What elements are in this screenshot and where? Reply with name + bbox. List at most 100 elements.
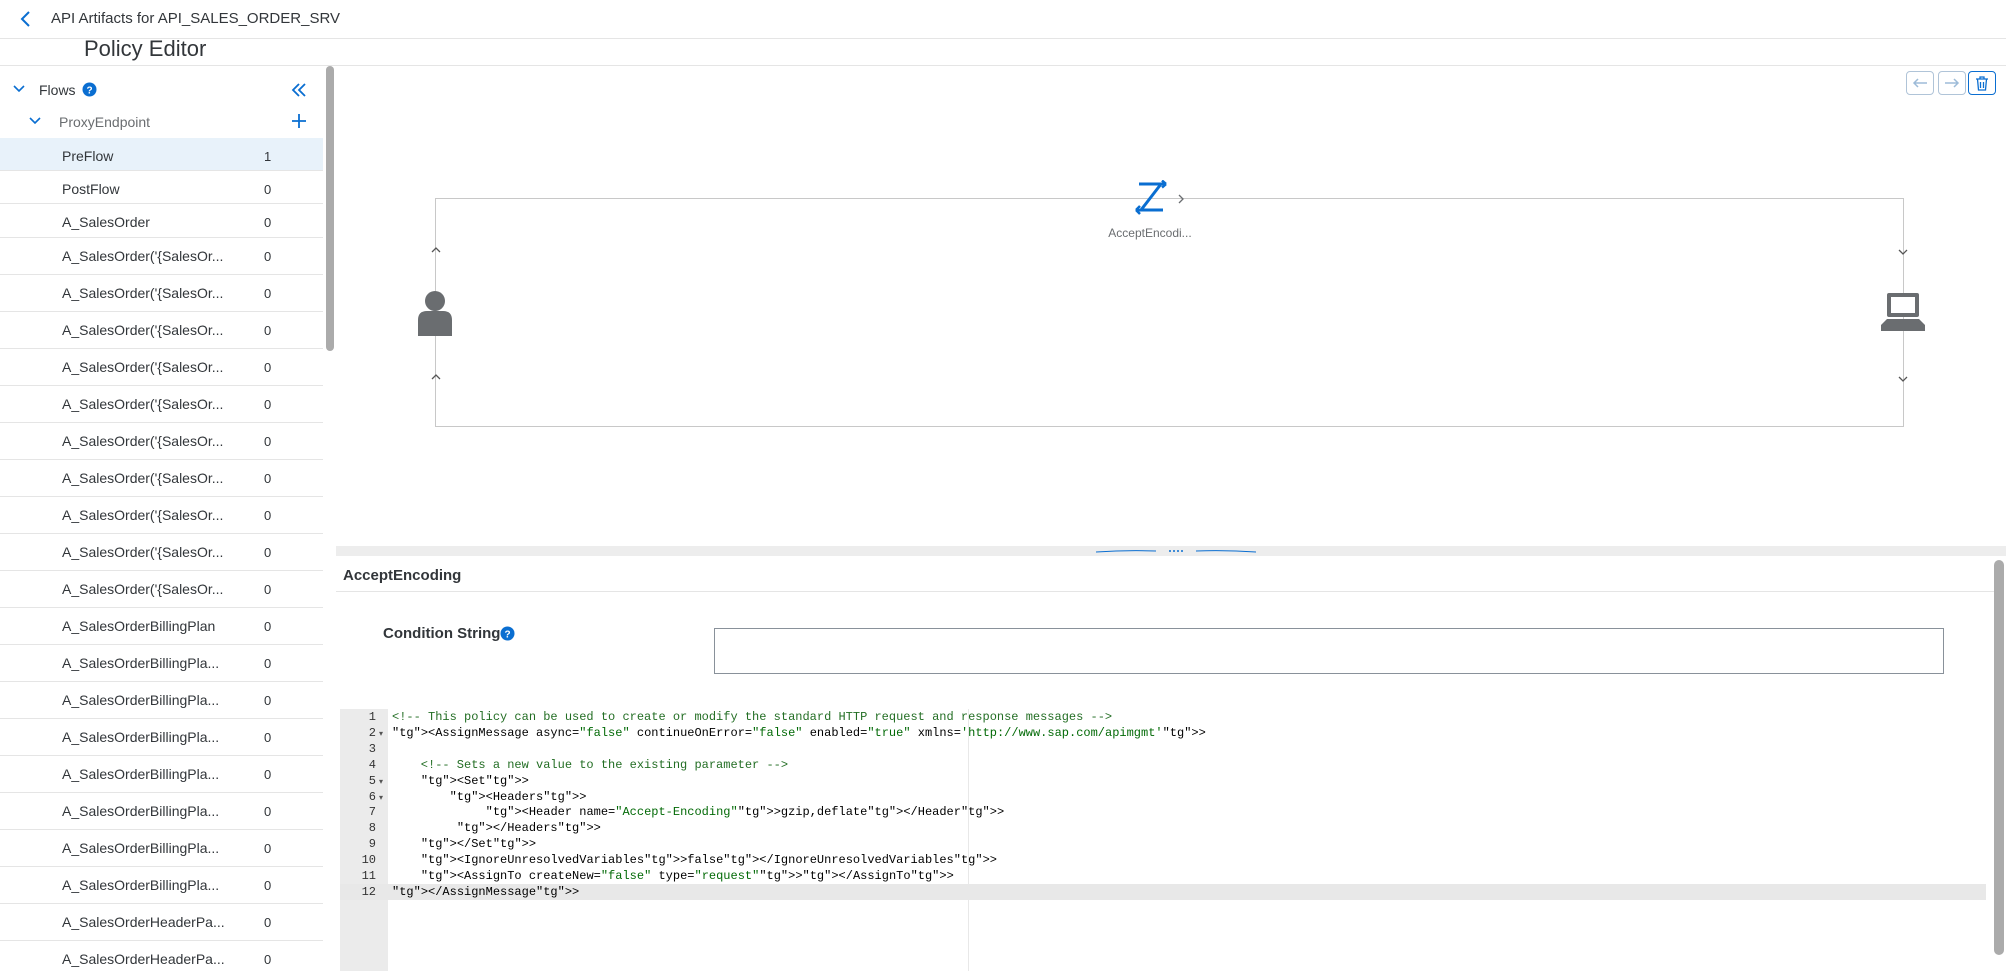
flow-row[interactable]: A_SalesOrderBillingPla... 0 <box>0 867 323 904</box>
flow-row[interactable]: A_SalesOrder('{SalesOr... 0 <box>0 460 323 497</box>
policy-label[interactable]: AcceptEncodi... <box>1100 226 1200 240</box>
flow-name: A_SalesOrderBillingPla... <box>62 692 220 708</box>
flow-row[interactable]: A_SalesOrderBillingPla... 0 <box>0 719 323 756</box>
line-number: 4 <box>368 757 376 772</box>
help-icon[interactable]: ? <box>500 626 515 641</box>
flow-row[interactable]: A_SalesOrderBillingPla... 0 <box>0 830 323 867</box>
flow-row[interactable]: A_SalesOrderBillingPla... 0 <box>0 682 323 719</box>
flow-policy-count: 0 <box>264 249 272 264</box>
code-line[interactable]: "tg"><AssignMessage async="false" contin… <box>392 726 1206 740</box>
code-line[interactable]: "tg"><AssignTo createNew="false" type="r… <box>392 869 954 883</box>
right-scrollbar[interactable] <box>1994 560 2004 955</box>
assign-message-icon[interactable] <box>1134 180 1168 218</box>
arrow-right-icon <box>1945 78 1960 88</box>
code-line[interactable]: "tg"></Headers"tg">> <box>392 821 601 835</box>
flow-name: A_SalesOrderHeaderPa... <box>62 951 225 967</box>
flow-name: A_SalesOrder('{SalesOr... <box>62 396 224 412</box>
flow-row[interactable]: A_SalesOrderHeaderPa... 0 <box>0 904 323 941</box>
flow-policy-count: 0 <box>264 471 272 486</box>
flows-panel: Flows ? ProxyEndpoint PreFlow 1 PostFlow 0 A… <box>0 66 323 971</box>
flow-arrow-icon <box>1178 194 1184 204</box>
left-scrollbar[interactable] <box>326 66 334 351</box>
flow-row[interactable]: A_SalesOrderHeaderPa... 0 <box>0 941 323 971</box>
flow-row[interactable]: PreFlow 1 <box>0 138 323 171</box>
flow-name: A_SalesOrderBillingPla... <box>62 803 220 819</box>
flow-row[interactable]: A_SalesOrder('{SalesOr... 0 <box>0 497 323 534</box>
line-number: 1 <box>368 710 376 724</box>
flow-row[interactable]: A_SalesOrder('{SalesOr... 0 <box>0 275 323 312</box>
flow-row[interactable]: A_SalesOrderBillingPlan 0 <box>0 608 323 645</box>
flow-row[interactable]: A_SalesOrder('{SalesOr... 0 <box>0 238 323 275</box>
flow-name: A_SalesOrder('{SalesOr... <box>62 470 224 486</box>
code-line[interactable]: "tg"><Set"tg">> <box>392 774 529 788</box>
code-line[interactable]: <!-- This policy can be used to create o… <box>392 710 1112 724</box>
flow-policy-count: 0 <box>264 508 272 523</box>
flow-policy-count: 0 <box>264 915 272 930</box>
breadcrumb[interactable]: API Artifacts for API_SALES_ORDER_SRV <box>51 10 340 27</box>
chevron-down-icon <box>29 117 41 125</box>
add-icon[interactable] <box>291 113 307 129</box>
flow-row[interactable]: A_SalesOrder 0 <box>0 204 323 238</box>
code-line[interactable]: "tg"></Set"tg">> <box>392 837 536 851</box>
line-number: 3 <box>368 741 376 756</box>
undo-button[interactable] <box>1906 71 1934 95</box>
flow-name: A_SalesOrderHeaderPa... <box>62 914 225 930</box>
collapse-panel-icon[interactable] <box>290 81 308 99</box>
flow-row[interactable]: A_SalesOrderBillingPla... 0 <box>0 645 323 682</box>
flow-name: A_SalesOrderBillingPla... <box>62 729 220 745</box>
tree-node-proxy-endpoint[interactable]: ProxyEndpoint <box>0 106 323 138</box>
delete-button[interactable] <box>1968 71 1996 95</box>
flow-row[interactable]: A_SalesOrderBillingPla... 0 <box>0 793 323 830</box>
flow-row[interactable]: A_SalesOrder('{SalesOr... 0 <box>0 571 323 608</box>
chevron-down-icon <box>1898 376 1908 382</box>
page-title: Policy Editor <box>84 36 207 61</box>
fold-toggle-icon[interactable]: ▾ <box>379 793 383 802</box>
flow-policy-count: 0 <box>264 656 272 671</box>
flow-policy-count: 0 <box>264 693 272 708</box>
flow-name: A_SalesOrder('{SalesOr... <box>62 248 224 264</box>
flow-row[interactable]: PostFlow 0 <box>0 171 323 204</box>
flow-policy-count: 1 <box>264 149 272 164</box>
flow-name: A_SalesOrder('{SalesOr... <box>62 359 224 375</box>
code-line[interactable]: "tg"></AssignMessage"tg">> <box>392 885 579 899</box>
svg-text:?: ? <box>86 86 92 97</box>
flow-name: A_SalesOrderBillingPla... <box>62 877 220 893</box>
code-editor[interactable]: 1 <!-- This policy can be used to create … <box>340 709 1986 971</box>
flow-name: A_SalesOrderBillingPla... <box>62 840 220 856</box>
flow-policy-count: 0 <box>264 545 272 560</box>
flow-name: A_SalesOrder <box>62 214 150 230</box>
flow-row[interactable]: A_SalesOrder('{SalesOr... 0 <box>0 386 323 423</box>
code-line[interactable]: <!-- Sets a new value to the existing pa… <box>392 758 788 772</box>
condition-string-input[interactable] <box>714 628 1944 674</box>
fold-toggle-icon[interactable]: ▾ <box>379 729 383 738</box>
flow-row[interactable]: A_SalesOrder('{SalesOr... 0 <box>0 534 323 571</box>
flow-policy-count: 0 <box>264 360 272 375</box>
client-user-icon <box>418 291 452 336</box>
help-icon[interactable]: ? <box>82 82 97 97</box>
flow-name: A_SalesOrderBillingPlan <box>62 618 216 634</box>
flow-row[interactable]: A_SalesOrder('{SalesOr... 0 <box>0 349 323 386</box>
chevron-down-icon <box>1898 249 1908 255</box>
code-line[interactable]: "tg"><Header name="Accept-Encoding""tg">… <box>392 805 1005 819</box>
flow-policy-count: 0 <box>264 841 272 856</box>
flow-row[interactable]: A_SalesOrderBillingPla... 0 <box>0 756 323 793</box>
flow-policy-count: 0 <box>264 730 272 745</box>
tree-node-flows[interactable]: Flows ? <box>0 74 323 106</box>
flow-name: PostFlow <box>62 181 120 197</box>
line-number: 10 <box>361 853 376 868</box>
line-number: 11 <box>361 869 376 883</box>
redo-button[interactable] <box>1938 71 1966 95</box>
back-button[interactable] <box>14 8 38 30</box>
fold-toggle-icon[interactable]: ▾ <box>379 777 383 786</box>
code-line[interactable]: "tg"><Headers"tg">> <box>392 790 587 804</box>
code-line[interactable]: "tg"><IgnoreUnresolvedVariables"tg">>fal… <box>392 853 997 867</box>
flow-name: A_SalesOrder('{SalesOr... <box>62 433 224 449</box>
line-number: 7 <box>368 805 376 820</box>
flow-row[interactable]: A_SalesOrder('{SalesOr... 0 <box>0 312 323 349</box>
arrow-left-icon <box>1912 78 1927 88</box>
flow-row[interactable]: A_SalesOrder('{SalesOr... 0 <box>0 423 323 460</box>
flow-name: A_SalesOrder('{SalesOr... <box>62 544 224 560</box>
active-line-highlight <box>340 884 1986 900</box>
line-number: 2 <box>368 725 376 740</box>
pane-splitter[interactable] <box>336 546 2006 556</box>
